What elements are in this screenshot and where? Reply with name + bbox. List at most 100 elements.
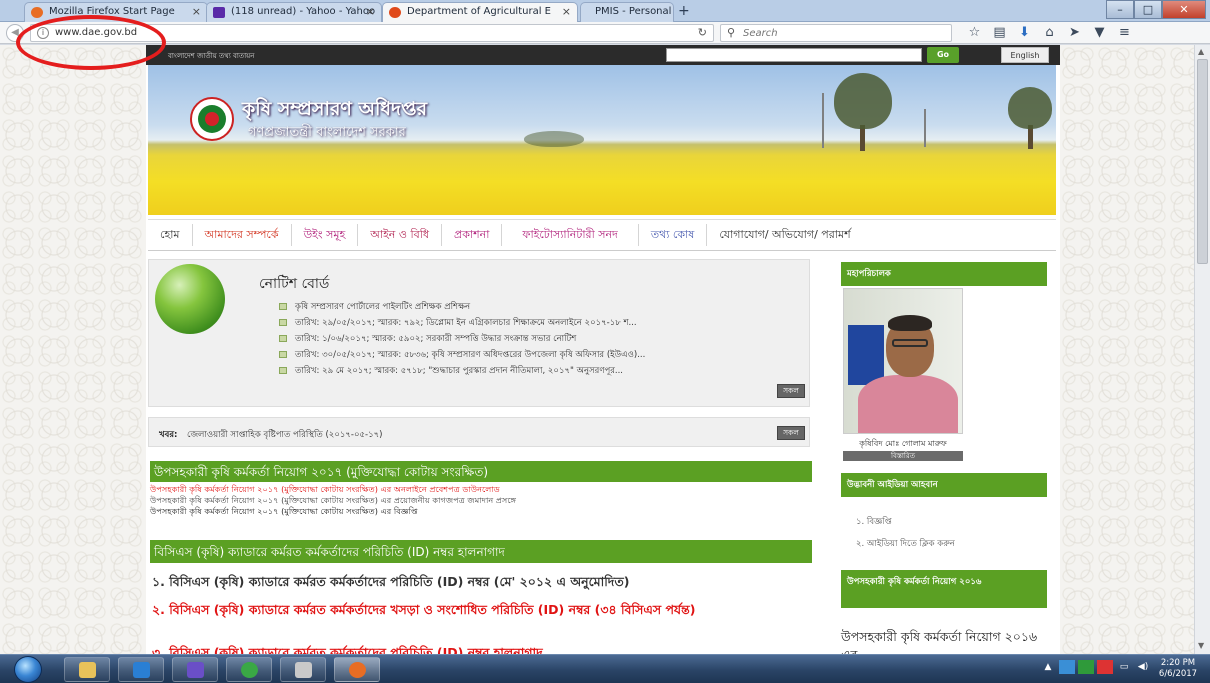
clock-time: 2:20 PM [1160,658,1196,668]
government-emblem-icon [190,97,234,141]
header-banner: কৃষি সম্প্রসারণ অধিদপ্তর গণপ্রজাতন্ত্রী … [148,65,1056,215]
notice-all-button[interactable]: সকল [777,384,805,398]
bullet-icon [279,367,287,374]
pocket-icon[interactable]: ▼ [1087,25,1112,40]
tab-label: (118 unread) - Yahoo - Yahoo [231,6,376,17]
search-box[interactable]: ⚲ [720,24,952,42]
scroll-thumb[interactable] [1197,59,1208,264]
website-container: বাংলাদেশ জাতীয় তথ্য বাতায়ন Go English … [146,45,1060,654]
dg-details-link[interactable]: বিস্তারিত [843,451,963,461]
tree-image [834,73,892,129]
saao-heading: উপসহকারী কৃষি কর্মকর্তা নিয়োগ ২০১৬ [841,570,1047,608]
tab-pmis[interactable]: PMIS - Personal Management Inf [580,2,674,22]
close-tab-icon[interactable]: × [562,5,571,18]
installer-app-icon[interactable] [280,657,326,682]
minimize-icon[interactable]: – [1106,0,1134,19]
decorative-pattern-left [0,45,146,654]
media-player-app-icon[interactable] [118,657,164,682]
messenger-app-icon[interactable] [172,657,218,682]
start-button-icon[interactable] [14,656,42,683]
list-item[interactable]: তারিখ: ২৯ মে ২০১৭; স্মারক: ৫৭১৮; "শুদ্ধা… [279,364,645,380]
nav-phytosanitary[interactable]: ফাইটোস্যানিটারী সনদ [502,224,639,246]
documents-link[interactable]: উপসহকারী কৃষি কর্মকর্তা নিয়োগ ২০১৭ (মুক… [150,495,516,506]
top-strip: বাংলাদেশ জাতীয় তথ্য বাতায়ন Go English [146,45,1060,65]
notice-board: নোটিশ বোর্ড কৃষি সম্প্রসারণ পোর্টালের পা… [148,259,810,407]
nav-contact[interactable]: যোগাযোগ/ অভিযোগ/ পরামর্শ [707,224,862,246]
nav-info[interactable]: তথ্য কোষ [639,224,708,246]
admit-card-link[interactable]: উপসহকারী কৃষি কর্মকর্তা নিয়োগ ২০১৭ (মুক… [150,484,516,495]
news-link[interactable]: জেলাওয়ারী সাপ্তাহিক বৃষ্টিপাত পরিস্থিতি… [187,428,382,442]
list-item[interactable]: তারিখ: ২৯/০৫/২০১৭; স্মারক: ৭৯২; ডিপ্লোমা… [279,316,645,332]
reader-icon[interactable]: ▤ [987,25,1012,40]
show-hidden-icon[interactable]: ▲ [1040,660,1056,674]
reload-icon[interactable]: ↻ [698,26,707,39]
news-all-button[interactable]: সকল [777,426,805,440]
send-icon[interactable]: ➤ [1062,25,1087,40]
main-navigation: হোম আমাদের সম্পর্কে উইং সমূহ আইন ও বিধি … [148,219,1056,251]
bcs-heading: বিসিএস (কৃষি) ক্যাডারে কর্মরত কর্মকর্তাদ… [150,540,812,563]
system-clock[interactable]: 2:20 PM 6/6/2017 [1152,658,1204,680]
search-input[interactable] [743,26,943,40]
site-subtitle: গণপ্রজাতন্ত্রী বাংলাদেশ সরকার [248,125,406,140]
network-app-icon[interactable] [1059,660,1075,674]
tab-dae[interactable]: Department of Agricultural E × [382,2,578,22]
portal-slogan[interactable]: বাংলাদেশ জাতীয় তথ্য বাতায়ন [168,50,255,62]
page-viewport: ▲ ▼ বাংলাদেশ জাতীয় তথ্য বাতায়ন Go Engl… [0,45,1210,654]
bcs-id-link-3[interactable]: ৩. বিসিএস (কৃষি) ক্যাডারে কর্মরত কর্মকর্… [152,645,543,654]
scroll-down-icon[interactable]: ▼ [1198,641,1204,650]
firefox-icon [31,7,43,18]
maximize-icon[interactable]: □ [1134,0,1162,19]
star-icon[interactable]: ☆ [962,25,987,40]
notice-board-title: নোটিশ বোর্ড [259,276,330,292]
circular-idea-link[interactable]: ১. বিজ্ঞপ্তি [856,515,955,537]
bullet-icon [279,303,287,310]
windows-taskbar: ▲ ▭ ◀) 2:20 PM 6/6/2017 [0,654,1210,683]
close-tab-icon[interactable]: × [366,5,375,18]
list-item[interactable]: তারিখ: ১/০৬/২০১৭; স্মারক: ৫৯০২; সরকারী স… [279,332,645,348]
firefox-app-icon[interactable] [334,657,380,682]
scroll-up-icon[interactable]: ▲ [1198,47,1204,56]
home-icon[interactable]: ⌂ [1037,25,1062,40]
flag-icon[interactable] [1097,660,1113,674]
nav-laws[interactable]: আইন ও বিধি [358,224,443,246]
red-annotation-circle [16,15,166,70]
new-tab-icon[interactable]: + [678,3,690,19]
globe-icon [155,264,225,334]
tab-yahoo-mail[interactable]: (118 unread) - Yahoo - Yahoo × [206,2,382,22]
menu-icon[interactable]: ≡ [1112,25,1137,40]
navigation-toolbar: ◀ i www.dae.gov.bd ↻ ⚲ ☆ ▤ ⬇ ⌂ ➤ ▼ ≡ [0,22,1210,44]
tab-strip: Mozilla Firefox Start Page × (118 unread… [0,0,1210,22]
english-button[interactable]: English [1001,47,1049,63]
nav-publications[interactable]: প্রকাশনা [442,224,503,246]
saao-text[interactable]: উপসহকারী কৃষি কর্মকর্তা নিয়োগ ২০১৬ এর [841,628,1041,654]
page-scrollbar[interactable]: ▲ ▼ [1194,45,1210,654]
network-icon[interactable]: ▭ [1116,660,1132,674]
bcs-id-link-2[interactable]: ২. বিসিএস (কৃষি) ক্যাডারে কর্মরত কর্মকর্… [152,601,812,618]
close-tab-icon[interactable]: × [192,5,201,18]
chrome-app-icon[interactable] [226,657,272,682]
submit-idea-link[interactable]: ২. আইডিয়া দিতে ক্লিক করুন [856,537,955,559]
clock-date: 6/6/2017 [1158,669,1198,679]
innovation-heading: উদ্ভাবনী আইডিয়া আহবান [841,473,1047,497]
recruitment-heading: উপসহকারী কৃষি কর্মকর্তা নিয়োগ ২০১৭ (মুক… [150,461,812,482]
nav-wings[interactable]: উইং সমূহ [292,224,359,246]
list-item[interactable]: তারিখ: ৩০/০৫/২০১৭; স্মারক: ৫৮৩৬; কৃষি সম… [279,348,645,364]
system-tray: ▲ ▭ ◀) [1040,660,1154,674]
circular-link[interactable]: উপসহকারী কৃষি কর্মকর্তা নিয়োগ ২০১৭ (মুক… [150,506,516,517]
nav-home[interactable]: হোম [148,224,193,246]
nav-about[interactable]: আমাদের সম্পর্কে [193,224,292,246]
notice-list: কৃষি সম্প্রসারণ পোর্টালের পাইলটিং প্রশিক… [279,300,645,380]
search-icon: ⚲ [727,26,736,39]
bcs-id-link-1[interactable]: ১. বিসিএস (কৃষি) ক্যাডারে কর্মরত কর্মকর্… [152,574,629,594]
dg-heading: মহাপরিচালক [841,262,1047,286]
close-window-icon[interactable]: ✕ [1162,0,1206,19]
mail-icon [213,7,225,18]
volume-icon[interactable]: ◀) [1135,660,1151,674]
list-item[interactable]: কৃষি সম্প্রসারণ পোর্টালের পাইলটিং প্রশিক… [279,300,645,316]
site-search-input[interactable] [666,48,922,62]
download-icon[interactable]: ⬇ [1012,25,1037,40]
security-icon[interactable] [1078,660,1094,674]
go-button[interactable]: Go [927,47,959,63]
bullet-icon [279,319,287,326]
explorer-app-icon[interactable] [64,657,110,682]
